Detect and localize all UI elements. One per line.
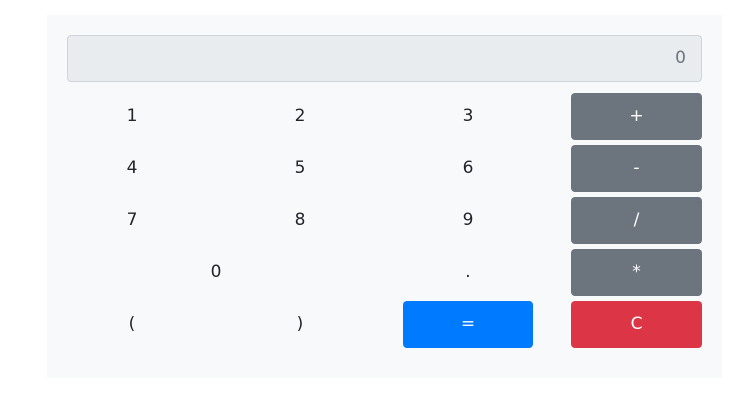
key-multiply[interactable]: * — [571, 249, 702, 296]
key-9[interactable]: 9 — [403, 197, 533, 244]
key-plus[interactable]: + — [571, 93, 702, 140]
calculator-panel: 0 1 2 3 + 4 5 6 - 7 8 9 / 0 . * ( ) = C — [47, 15, 722, 378]
calculator-display: 0 — [67, 35, 702, 82]
key-6[interactable]: 6 — [403, 145, 533, 192]
key-8[interactable]: 8 — [235, 197, 365, 244]
key-divide[interactable]: / — [571, 197, 702, 244]
key-5[interactable]: 5 — [235, 145, 365, 192]
equals-button[interactable]: = — [403, 301, 533, 348]
key-decimal[interactable]: . — [403, 249, 533, 296]
key-2[interactable]: 2 — [235, 93, 365, 140]
key-4[interactable]: 4 — [67, 145, 197, 192]
key-3[interactable]: 3 — [403, 93, 533, 140]
key-1[interactable]: 1 — [67, 93, 197, 140]
key-minus[interactable]: - — [571, 145, 702, 192]
clear-button[interactable]: C — [571, 301, 702, 348]
key-0[interactable]: 0 — [67, 249, 365, 296]
key-open-paren[interactable]: ( — [67, 301, 197, 348]
key-close-paren[interactable]: ) — [235, 301, 365, 348]
key-7[interactable]: 7 — [67, 197, 197, 244]
